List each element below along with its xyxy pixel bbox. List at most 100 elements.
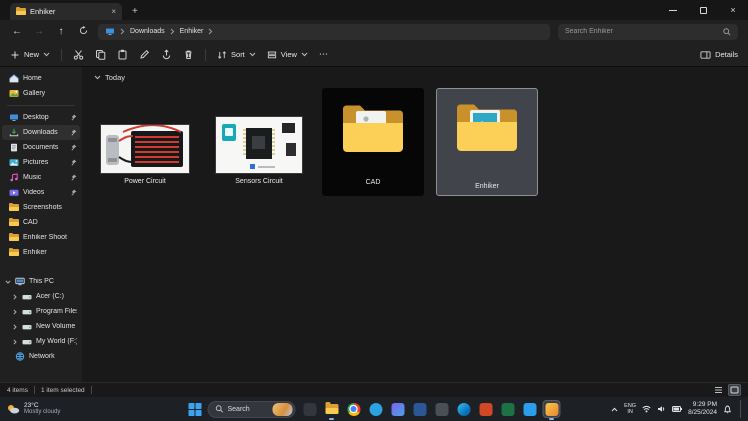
tab-close-icon[interactable]: × — [111, 8, 116, 16]
sidebar-item-enhiker-shoot[interactable]: Enhiker Shoot — [2, 230, 80, 245]
maximize-icon — [700, 7, 707, 14]
explorer-tab[interactable]: Enhiker × — [10, 3, 122, 20]
search-box[interactable] — [558, 24, 738, 40]
taskbar-app-telegram[interactable] — [368, 401, 384, 417]
sidebar-item-program-files[interactable]: Program Files ( — [2, 304, 80, 319]
sidebar-item-music[interactable]: Music — [2, 170, 80, 185]
maximize-button[interactable] — [688, 0, 718, 20]
weather-temp: 23°C — [24, 402, 60, 409]
refresh-icon[interactable] — [76, 26, 90, 38]
view-button[interactable]: View — [267, 50, 308, 60]
sidebar-item-videos[interactable]: Videos — [2, 185, 80, 200]
sidebar-item-my-world[interactable]: My World (F:) — [2, 334, 80, 349]
breadcrumb-downloads[interactable]: Downloads — [130, 28, 165, 35]
delete-icon[interactable] — [183, 49, 194, 60]
active-app-icon — [545, 403, 558, 416]
chevron-down-icon[interactable] — [5, 280, 11, 284]
start-button[interactable] — [189, 403, 202, 416]
chevron-right-icon[interactable] — [12, 294, 18, 300]
taskbar-app-edge[interactable] — [456, 401, 472, 417]
file-tile-power-circuit[interactable]: Power Circuit — [94, 88, 196, 196]
tray-time: 9:29 PM — [688, 401, 717, 409]
sidebar-item-drive-c[interactable]: Acer (C:) — [2, 289, 80, 304]
chevron-right-icon[interactable] — [12, 339, 18, 345]
sidebar-item-documents[interactable]: Documents — [2, 140, 80, 155]
folder-icon — [9, 219, 19, 226]
up-button[interactable]: ↑ — [54, 27, 68, 37]
sidebar-item-downloads[interactable]: Downloads — [2, 125, 80, 140]
clock[interactable]: 9:29 PM 8/25/2024 — [688, 401, 717, 417]
sidebar-item-label: Network — [29, 353, 77, 360]
details-view-button[interactable] — [712, 384, 725, 396]
sidebar-item-label: Documents — [23, 144, 67, 151]
sidebar-item-enhiker[interactable]: Enhiker — [2, 245, 80, 260]
music-icon — [9, 173, 19, 182]
new-tab-button[interactable]: + — [132, 7, 138, 17]
share-icon[interactable] — [161, 49, 172, 60]
sidebar-item-pictures[interactable]: Pictures — [2, 155, 80, 170]
sort-button[interactable]: Sort — [217, 50, 256, 60]
sidebar-item-label: This PC — [29, 278, 77, 285]
rename-icon[interactable] — [139, 49, 150, 60]
close-button[interactable]: × — [718, 0, 748, 20]
sidebar-item-new-volume[interactable]: New Volume ( — [2, 319, 80, 334]
sidebar-item-label: Program Files ( — [36, 308, 77, 315]
minimize-button[interactable] — [658, 0, 688, 20]
weather-widget[interactable]: 23°C Mostly cloudy — [6, 402, 60, 416]
sidebar-item-label: Acer (C:) — [36, 293, 77, 300]
sidebar-item-label: Screenshots — [23, 204, 77, 211]
taskbar-app-active[interactable] — [544, 401, 560, 417]
sidebar-item-network[interactable]: Network — [2, 349, 80, 364]
sidebar-item-label: Downloads — [23, 129, 67, 136]
main-area: Home Gallery Desktop Downloads Documents — [0, 67, 748, 382]
forward-button[interactable]: → — [32, 27, 46, 37]
group-header-today[interactable]: Today — [94, 73, 748, 82]
taskbar-app-chrome[interactable] — [346, 401, 362, 417]
chevron-right-icon[interactable] — [12, 309, 18, 315]
sidebar-item-screenshots[interactable]: Screenshots — [2, 200, 80, 215]
taskbar-app-word[interactable] — [412, 401, 428, 417]
taskbar-search[interactable]: Search — [208, 401, 296, 418]
taskbar-app-camera[interactable] — [434, 401, 450, 417]
more-options-icon[interactable]: ⋯ — [319, 49, 329, 60]
breadcrumb[interactable]: Downloads Enhiker — [98, 24, 550, 40]
new-button[interactable]: New — [10, 50, 50, 60]
titlebar: Enhiker × + × — [0, 0, 748, 20]
cut-icon[interactable] — [73, 49, 84, 60]
paste-icon[interactable] — [117, 49, 128, 60]
sidebar-item-cad[interactable]: CAD — [2, 215, 80, 230]
large-icons-view-button[interactable] — [728, 384, 741, 396]
chevron-down-icon — [94, 75, 101, 80]
back-button[interactable]: ← — [10, 27, 24, 37]
taskbar-app-powerpoint[interactable] — [478, 401, 494, 417]
taskbar-app-1[interactable] — [302, 401, 318, 417]
file-tile-sensors-circuit[interactable]: Sensors Circuit — [208, 88, 310, 196]
details-pane-button[interactable]: Details — [700, 50, 738, 60]
sidebar-item-home[interactable]: Home — [2, 71, 80, 86]
search-input[interactable] — [565, 28, 719, 35]
show-desktop-button[interactable] — [740, 400, 742, 418]
hidden-icons-chevron[interactable] — [611, 407, 618, 412]
window-controls: × — [658, 0, 748, 20]
chevron-right-icon[interactable] — [12, 324, 18, 330]
copy-icon[interactable] — [95, 49, 106, 60]
battery-icon[interactable] — [672, 405, 682, 413]
taskbar-app-photos[interactable] — [390, 401, 406, 417]
wifi-icon[interactable] — [642, 405, 651, 413]
folder-tile-cad[interactable]: CAD — [322, 88, 424, 196]
taskbar-center: Search — [189, 397, 560, 421]
sidebar-item-this-pc[interactable]: This PC — [2, 274, 80, 289]
volume-icon[interactable] — [657, 405, 666, 413]
language-indicator[interactable]: ENG IN — [624, 403, 636, 415]
taskbar-app-excel[interactable] — [500, 401, 516, 417]
taskbar-app-vscode[interactable] — [522, 401, 538, 417]
sidebar-item-desktop[interactable]: Desktop — [2, 110, 80, 125]
pin-icon — [71, 129, 77, 136]
notification-bell-icon[interactable] — [723, 405, 732, 414]
taskbar-app-file-explorer[interactable] — [324, 401, 340, 417]
view-icon — [267, 50, 277, 60]
sidebar-item-gallery[interactable]: Gallery — [2, 86, 80, 101]
folder-tile-enhiker[interactable]: Enhiker — [436, 88, 538, 196]
breadcrumb-enhiker[interactable]: Enhiker — [180, 28, 204, 35]
selection-count: 1 item selected — [41, 387, 85, 394]
